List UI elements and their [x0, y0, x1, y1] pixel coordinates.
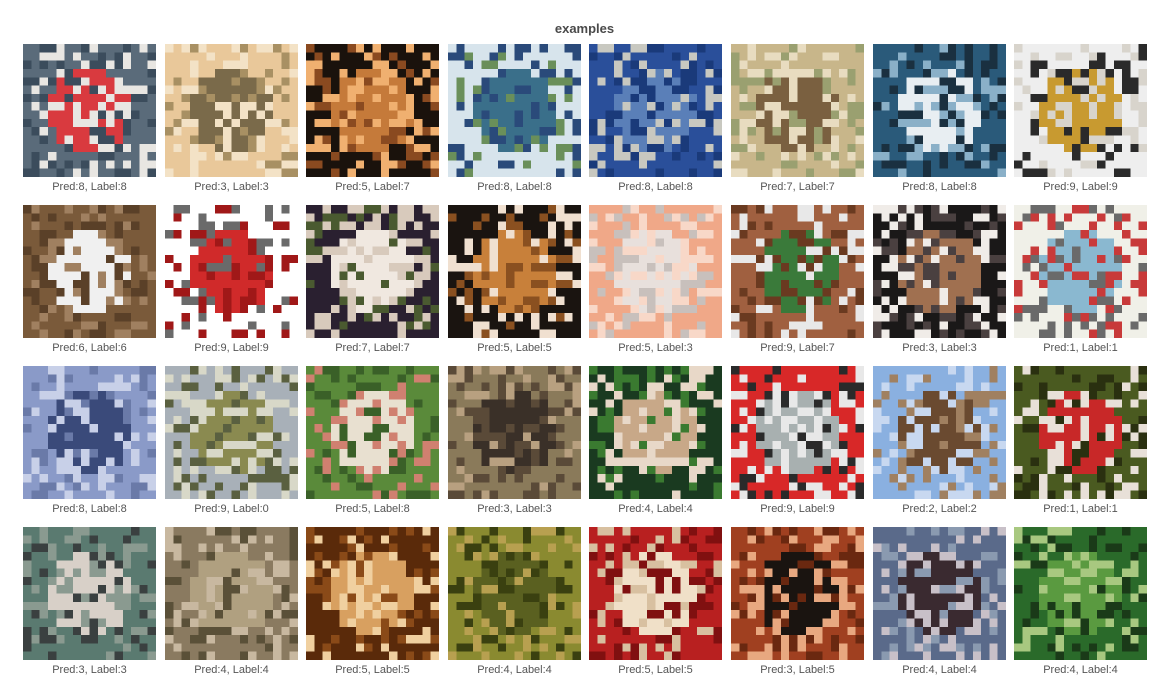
example-image [1014, 44, 1147, 177]
example-image [873, 44, 1006, 177]
example-card: Pred:9, Label:0 [165, 366, 298, 515]
example-image [165, 366, 298, 499]
example-caption: Pred:5, Label:8 [335, 503, 410, 515]
example-card: Pred:3, Label:3 [23, 527, 156, 676]
example-caption: Pred:8, Label:8 [52, 503, 127, 515]
example-caption: Pred:1, Label:1 [1043, 342, 1118, 354]
example-caption: Pred:4, Label:4 [1043, 664, 1118, 676]
example-image [589, 205, 722, 338]
example-card: Pred:8, Label:8 [23, 44, 156, 193]
example-caption: Pred:3, Label:3 [52, 664, 127, 676]
example-card: Pred:7, Label:7 [731, 44, 864, 193]
example-caption: Pred:9, Label:9 [760, 503, 835, 515]
example-caption: Pred:9, Label:9 [194, 342, 269, 354]
example-caption: Pred:4, Label:4 [618, 503, 693, 515]
example-card: Pred:5, Label:5 [589, 527, 722, 676]
example-image [165, 205, 298, 338]
example-card: Pred:3, Label:5 [731, 527, 864, 676]
example-image [731, 366, 864, 499]
example-caption: Pred:4, Label:4 [902, 664, 977, 676]
example-image [165, 527, 298, 660]
example-image [448, 527, 581, 660]
example-caption: Pred:5, Label:5 [335, 664, 410, 676]
example-image [306, 205, 439, 338]
example-caption: Pred:9, Label:7 [760, 342, 835, 354]
example-caption: Pred:2, Label:2 [902, 503, 977, 515]
example-card: Pred:1, Label:1 [1014, 205, 1147, 354]
example-caption: Pred:3, Label:3 [902, 342, 977, 354]
example-card: Pred:2, Label:2 [873, 366, 1006, 515]
example-caption: Pred:5, Label:5 [618, 664, 693, 676]
example-card: Pred:8, Label:8 [589, 44, 722, 193]
example-caption: Pred:5, Label:7 [335, 181, 410, 193]
panel-title: examples [554, 21, 615, 36]
example-card: Pred:4, Label:4 [165, 527, 298, 676]
example-caption: Pred:9, Label:9 [1043, 181, 1118, 193]
example-image [1014, 205, 1147, 338]
example-card: Pred:6, Label:6 [23, 205, 156, 354]
example-caption: Pred:3, Label:5 [760, 664, 835, 676]
example-image [1014, 527, 1147, 660]
example-image [589, 366, 722, 499]
example-card: Pred:3, Label:3 [165, 44, 298, 193]
example-image [23, 44, 156, 177]
example-card: Pred:8, Label:8 [873, 44, 1006, 193]
example-card: Pred:5, Label:5 [306, 527, 439, 676]
example-image [873, 366, 1006, 499]
example-image [873, 527, 1006, 660]
example-image [448, 366, 581, 499]
example-image [165, 44, 298, 177]
example-caption: Pred:3, Label:3 [194, 181, 269, 193]
example-image [306, 44, 439, 177]
example-caption: Pred:6, Label:6 [52, 342, 127, 354]
example-image [448, 205, 581, 338]
example-caption: Pred:1, Label:1 [1043, 503, 1118, 515]
example-card: Pred:5, Label:3 [589, 205, 722, 354]
example-card: Pred:5, Label:7 [306, 44, 439, 193]
example-card: Pred:9, Label:9 [1014, 44, 1147, 193]
example-image [589, 44, 722, 177]
example-card: Pred:1, Label:1 [1014, 366, 1147, 515]
example-caption: Pred:5, Label:3 [618, 342, 693, 354]
example-image [306, 366, 439, 499]
example-caption: Pred:8, Label:8 [618, 181, 693, 193]
example-card: Pred:4, Label:4 [873, 527, 1006, 676]
example-image [23, 527, 156, 660]
example-caption: Pred:7, Label:7 [335, 342, 410, 354]
example-card: Pred:9, Label:7 [731, 205, 864, 354]
example-image [448, 44, 581, 177]
example-card: Pred:9, Label:9 [731, 366, 864, 515]
example-image [23, 205, 156, 338]
example-image [1014, 366, 1147, 499]
example-card: Pred:8, Label:8 [448, 44, 581, 193]
example-caption: Pred:3, Label:3 [477, 503, 552, 515]
example-card: Pred:7, Label:7 [306, 205, 439, 354]
example-image [731, 205, 864, 338]
example-caption: Pred:4, Label:4 [477, 664, 552, 676]
example-card: Pred:4, Label:4 [448, 527, 581, 676]
example-image [873, 205, 1006, 338]
example-card: Pred:4, Label:4 [589, 366, 722, 515]
example-caption: Pred:8, Label:8 [52, 181, 127, 193]
example-caption: Pred:5, Label:5 [477, 342, 552, 354]
example-image [731, 44, 864, 177]
example-card: Pred:5, Label:5 [448, 205, 581, 354]
example-caption: Pred:4, Label:4 [194, 664, 269, 676]
example-card: Pred:5, Label:8 [306, 366, 439, 515]
example-card: Pred:4, Label:4 [1014, 527, 1147, 676]
example-card: Pred:3, Label:3 [448, 366, 581, 515]
example-image [306, 527, 439, 660]
example-image [731, 527, 864, 660]
example-caption: Pred:9, Label:0 [194, 503, 269, 515]
example-image [23, 366, 156, 499]
example-caption: Pred:8, Label:8 [902, 181, 977, 193]
example-card: Pred:3, Label:3 [873, 205, 1006, 354]
example-card: Pred:9, Label:9 [165, 205, 298, 354]
example-image [589, 527, 722, 660]
example-caption: Pred:7, Label:7 [760, 181, 835, 193]
example-card: Pred:8, Label:8 [23, 366, 156, 515]
example-caption: Pred:8, Label:8 [477, 181, 552, 193]
